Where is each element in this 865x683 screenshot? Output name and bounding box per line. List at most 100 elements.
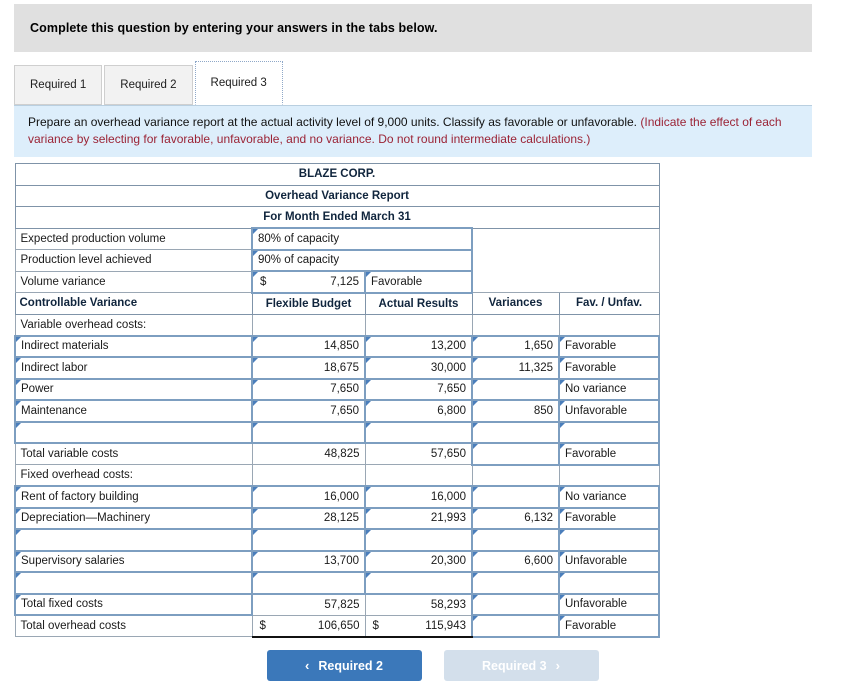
fixed-row-1-label[interactable]: Depreciation—Machinery bbox=[14, 506, 253, 530]
fixed-row-2-flexible[interactable] bbox=[251, 528, 366, 552]
variable-row-3-favunfav[interactable]: Unfavorable bbox=[557, 399, 661, 423]
table-row: Rent of factory building 16,000 16,000 N… bbox=[14, 485, 661, 509]
fixed-overhead-section-label: Fixed overhead costs: bbox=[14, 464, 253, 487]
tab-required-2[interactable]: Required 2 bbox=[104, 65, 193, 105]
instruction-box: Prepare an overhead variance report at t… bbox=[14, 105, 812, 157]
total-overhead-costs-actual: 115,943 bbox=[425, 619, 466, 632]
volume-variance-label: Volume variance bbox=[14, 270, 253, 293]
variable-row-1-label[interactable]: Indirect labor bbox=[14, 356, 253, 380]
table-row bbox=[14, 528, 661, 552]
variable-row-0-flexible[interactable]: 14,850 bbox=[251, 334, 366, 358]
variable-row-4-favunfav[interactable] bbox=[557, 420, 661, 444]
variable-row-0-favunfav[interactable]: Favorable bbox=[557, 334, 661, 358]
chevron-right-icon: › bbox=[555, 658, 560, 673]
next-required-3-button[interactable]: Required 3 › bbox=[443, 650, 599, 681]
fixed-row-3-favunfav[interactable]: Unfavorable bbox=[557, 549, 661, 573]
tab-required-1[interactable]: Required 1 bbox=[14, 65, 103, 105]
variable-row-1-flexible[interactable]: 18,675 bbox=[251, 356, 366, 380]
variable-row-4-variance[interactable] bbox=[471, 420, 560, 444]
column-header-fav-unfav: Fav. / Unfav. bbox=[558, 292, 660, 315]
total-variable-costs-variance[interactable] bbox=[471, 442, 560, 466]
volume-variance-amount-input[interactable]: $7,125 bbox=[251, 270, 366, 294]
fixed-row-4-favunfav[interactable] bbox=[557, 571, 661, 595]
table-row-variable-section: Variable overhead costs: bbox=[14, 313, 660, 336]
variable-row-2-label[interactable]: Power bbox=[14, 377, 253, 401]
table-row: Indirect labor 18,675 30,000 11,325 Favo… bbox=[14, 356, 661, 380]
prev-required-2-label: Required 2 bbox=[318, 658, 383, 673]
production-level-achieved-input[interactable]: 90% of capacity bbox=[251, 248, 473, 272]
fixed-row-4-actual[interactable] bbox=[364, 571, 473, 595]
variable-row-3-label[interactable]: Maintenance bbox=[14, 399, 253, 423]
variable-row-2-variance[interactable] bbox=[471, 377, 560, 401]
fixed-row-4-label[interactable] bbox=[14, 571, 253, 595]
variable-row-1-favunfav[interactable]: Favorable bbox=[557, 356, 661, 380]
total-fixed-costs-variance[interactable] bbox=[471, 592, 560, 616]
tab-required-1-label: Required 1 bbox=[30, 79, 87, 91]
production-level-achieved-label: Production level achieved bbox=[14, 249, 253, 272]
fixed-row-2-variance[interactable] bbox=[471, 528, 560, 552]
variable-row-4-flexible[interactable] bbox=[251, 420, 366, 444]
table-row bbox=[14, 420, 661, 444]
expected-production-volume-input[interactable]: 80% of capacity bbox=[251, 227, 473, 251]
variable-section-actual-empty bbox=[364, 313, 473, 336]
fixed-row-1-flexible[interactable]: 28,125 bbox=[251, 506, 366, 530]
column-header-variances: Variances bbox=[471, 292, 560, 315]
variable-row-1-variance[interactable]: 11,325 bbox=[471, 356, 560, 380]
table-row: Indirect materials 14,850 13,200 1,650 F… bbox=[14, 334, 661, 358]
tab-required-2-label: Required 2 bbox=[120, 79, 177, 91]
variable-row-2-actual[interactable]: 7,650 bbox=[364, 377, 473, 401]
variable-row-4-label[interactable] bbox=[14, 420, 253, 444]
fixed-row-4-variance[interactable] bbox=[471, 571, 560, 595]
variable-row-3-variance[interactable]: 850 bbox=[471, 399, 560, 423]
variable-row-3-actual[interactable]: 6,800 bbox=[364, 399, 473, 423]
table-row-total-overhead-costs: Total overhead costs $106,650 $115,943 F… bbox=[14, 614, 661, 638]
fixed-row-0-flexible[interactable]: 16,000 bbox=[251, 485, 366, 509]
fixed-row-4-flexible[interactable] bbox=[251, 571, 366, 595]
fixed-row-3-label[interactable]: Supervisory salaries bbox=[14, 549, 253, 573]
fixed-row-2-actual[interactable] bbox=[364, 528, 473, 552]
fixed-row-0-actual[interactable]: 16,000 bbox=[364, 485, 473, 509]
fixed-row-1-variance[interactable]: 6,132 bbox=[471, 506, 560, 530]
fixed-row-3-flexible[interactable]: 13,700 bbox=[251, 549, 366, 573]
tab-required-3-label: Required 3 bbox=[210, 77, 267, 89]
next-required-3-label: Required 3 bbox=[482, 658, 547, 673]
prev-required-2-button[interactable]: ‹ Required 2 bbox=[266, 650, 422, 681]
fixed-row-2-favunfav[interactable] bbox=[557, 528, 661, 552]
fixed-row-1-favunfav[interactable]: Favorable bbox=[557, 506, 661, 530]
fixed-row-3-actual[interactable]: 20,300 bbox=[364, 549, 473, 573]
fixed-row-1-actual[interactable]: 21,993 bbox=[364, 506, 473, 530]
total-variable-costs-label: Total variable costs bbox=[14, 442, 253, 465]
fixed-row-2-label[interactable] bbox=[14, 528, 253, 552]
column-header-controllable-variance: Controllable Variance bbox=[14, 292, 253, 315]
table-row bbox=[14, 571, 661, 595]
variable-row-4-actual[interactable] bbox=[364, 420, 473, 444]
total-overhead-costs-favunfav[interactable]: Favorable bbox=[557, 614, 661, 638]
total-fixed-costs-label[interactable]: Total fixed costs bbox=[14, 592, 253, 616]
variable-row-3-flexible[interactable]: 7,650 bbox=[251, 399, 366, 423]
fixed-row-3-variance[interactable]: 6,600 bbox=[471, 549, 560, 573]
report-title-row-1: BLAZE CORP. bbox=[14, 163, 660, 186]
total-variable-costs-favunfav[interactable]: Favorable bbox=[557, 442, 661, 466]
report-period: For Month Ended March 31 bbox=[14, 206, 660, 229]
variable-row-2-flexible[interactable]: 7,650 bbox=[251, 377, 366, 401]
fixed-row-0-label[interactable]: Rent of factory building bbox=[14, 485, 253, 509]
total-overhead-costs-variance[interactable] bbox=[471, 614, 560, 638]
variable-section-flexible-empty bbox=[251, 313, 366, 336]
preamble-empty-area bbox=[471, 227, 660, 293]
variable-row-0-label[interactable]: Indirect materials bbox=[14, 334, 253, 358]
variable-row-1-actual[interactable]: 30,000 bbox=[364, 356, 473, 380]
fixed-section-variance-empty bbox=[471, 464, 560, 487]
fixed-row-0-variance[interactable] bbox=[471, 485, 560, 509]
total-fixed-costs-favunfav[interactable]: Unfavorable bbox=[557, 592, 661, 616]
total-overhead-costs-label: Total overhead costs bbox=[14, 614, 253, 637]
variable-row-0-variance[interactable]: 1,650 bbox=[471, 334, 560, 358]
total-variable-costs-flexible: 48,825 bbox=[251, 442, 366, 465]
variable-row-0-actual[interactable]: 13,200 bbox=[364, 334, 473, 358]
column-header-flexible-budget: Flexible Budget bbox=[251, 292, 366, 315]
variable-row-2-favunfav[interactable]: No variance bbox=[557, 377, 661, 401]
tab-required-3[interactable]: Required 3 bbox=[194, 61, 283, 105]
footer-navigation: ‹ Required 2 Required 3 › bbox=[0, 650, 865, 681]
fixed-row-0-favunfav[interactable]: No variance bbox=[557, 485, 661, 509]
company-name: BLAZE CORP. bbox=[14, 163, 660, 186]
volume-variance-favunfav-select[interactable]: Favorable bbox=[364, 270, 473, 294]
